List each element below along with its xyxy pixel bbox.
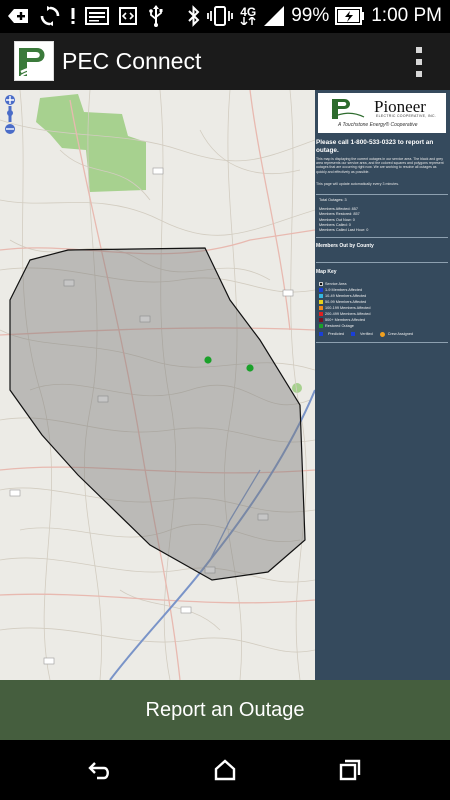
key-swatch: [319, 317, 323, 322]
navigation-bar: [0, 740, 450, 800]
signal-icon: [263, 5, 285, 27]
restored-outage-marker[interactable]: [204, 356, 212, 364]
screen: 4G 99% 1:00 PM PEC Connect Pioneer ELECT…: [0, 0, 450, 800]
members-out-heading: Members Out by County: [316, 243, 374, 249]
outage-stats: Total Outages: 3 Members Affected: 857 M…: [319, 198, 447, 233]
verified-label: Verified: [360, 332, 373, 336]
app-title: PEC Connect: [62, 48, 202, 74]
divider: [316, 237, 448, 238]
key-swatch: [319, 323, 323, 328]
key-label: 50-99 Members Affected: [325, 299, 367, 304]
image-icon: [85, 6, 109, 26]
park-area: [36, 94, 146, 192]
divider: [316, 194, 448, 195]
clock: 1:00 PM: [371, 5, 442, 26]
network-4g-icon: 4G: [239, 6, 257, 25]
pioneer-tagline: A Touchstone Energy® Cooperative: [338, 122, 418, 128]
outage-info-panel: Pioneer ELECTRIC COOPERATIVE, INC. A Tou…: [315, 90, 450, 680]
home-icon[interactable]: [210, 756, 240, 784]
crew-assigned-label: Crew Assigned: [387, 332, 414, 336]
map-key-item: Service Area: [319, 281, 347, 286]
pec-logo-icon: [14, 41, 54, 81]
map-key-item: 1-9 Members Affected: [319, 287, 362, 292]
key-swatch: [319, 311, 323, 316]
overflow-menu-icon[interactable]: [414, 47, 424, 77]
key-label: 200-499 Members Affected: [325, 311, 371, 316]
map-key-item: 10-49 Members Affected: [319, 293, 366, 298]
pioneer-logo-icon: [331, 99, 365, 119]
key-label: Service Area: [325, 281, 347, 286]
key-label: 1-9 Members Affected: [325, 287, 363, 292]
predicted-label: Predicted: [328, 332, 345, 336]
key-label: 100-199 Members Affected: [325, 305, 371, 310]
outage-map[interactable]: [0, 90, 315, 680]
pioneer-subtitle: ELECTRIC COOPERATIVE, INC.: [376, 114, 437, 118]
predicted-swatch: [319, 332, 323, 336]
divider: [316, 342, 448, 343]
dev-mode-icon: [118, 6, 138, 26]
map-key-item: Restored Outage: [319, 323, 354, 328]
sync-icon: [39, 5, 61, 27]
status-key: Predicted Verified Crew Assigned: [319, 331, 413, 337]
verified-swatch: [351, 332, 356, 336]
map-key-item: 50-99 Members Affected: [319, 299, 366, 304]
auto-update-text: This page will update automatically ever…: [316, 182, 400, 186]
map-key-item: 100-199 Members Affected: [319, 305, 371, 310]
alert-icon: [70, 6, 76, 26]
call-to-report-text: Please call 1-800-533-0323 to report an …: [316, 139, 434, 154]
key-label: 10-49 Members Affected: [325, 293, 367, 298]
pioneer-logo: Pioneer ELECTRIC COOPERATIVE, INC. A Tou…: [318, 93, 446, 133]
crew-assigned-icon: [379, 331, 385, 337]
map-canvas[interactable]: [0, 90, 315, 680]
vibrate-icon: [207, 5, 234, 27]
key-swatch: [319, 281, 323, 286]
key-swatch: [319, 287, 323, 292]
bluetooth-icon: [187, 5, 201, 27]
restored-outage-marker[interactable]: [246, 364, 254, 372]
add-box-icon: [6, 6, 30, 26]
key-label: Restored Outage: [325, 323, 354, 328]
zoom-control-icon[interactable]: [3, 94, 17, 136]
key-swatch: [319, 305, 323, 310]
app-bar: PEC Connect: [0, 33, 450, 90]
recents-icon[interactable]: [335, 756, 365, 784]
map-key-item: 200-499 Members Affected: [319, 311, 371, 316]
key-label: 500+ Members Affected: [325, 317, 366, 322]
map-key-heading: Map Key: [316, 269, 337, 275]
key-swatch: [319, 299, 323, 304]
back-icon[interactable]: [85, 756, 115, 784]
battery-percent: 99%: [291, 5, 330, 26]
divider: [316, 262, 448, 263]
map-info-text: This map is displaying the current outag…: [316, 157, 444, 174]
report-outage-button[interactable]: Report an Outage: [0, 680, 450, 740]
status-bar: 4G 99% 1:00 PM: [0, 0, 450, 33]
members-called-last-hour: Members Called Last Hour: 0: [319, 228, 369, 233]
service-area-polygon[interactable]: [9, 247, 306, 581]
battery-charging-icon: [335, 7, 365, 25]
key-swatch: [319, 293, 323, 298]
usb-icon: [147, 5, 165, 27]
map-key-item: 500+ Members Affected: [319, 317, 365, 322]
